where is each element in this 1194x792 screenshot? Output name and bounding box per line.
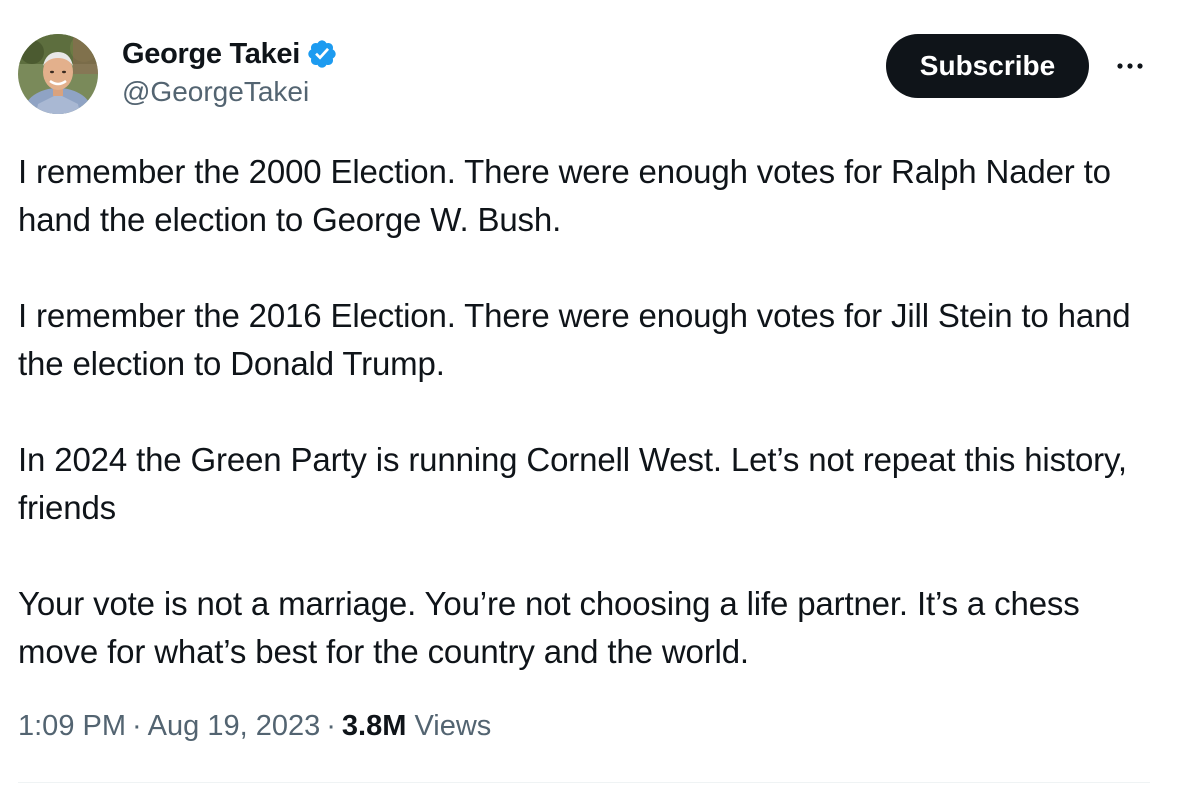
tweet-paragraph: In 2024 the Green Party is running Corne… [18,441,1127,526]
tweet-metadata: 1:09 PM · Aug 19, 2023 · 3.8M Views [18,710,491,743]
more-horizontal-icon[interactable] [1112,52,1148,80]
tweet-paragraph: I remember the 2016 Election. There were… [18,297,1131,382]
separator: · [326,710,336,742]
avatar-image [18,34,98,114]
divider [18,782,1150,783]
tweet-paragraph: I remember the 2000 Election. There were… [18,153,1111,238]
verified-badge-icon[interactable] [306,38,338,70]
tweet-time[interactable]: 1:09 PM [18,710,126,742]
avatar[interactable] [18,34,98,114]
author-handle[interactable]: @GeorgeTakei [122,76,338,108]
subscribe-button[interactable]: Subscribe [886,34,1089,98]
tweet-paragraph: Your vote is not a marriage. You’re not … [18,585,1080,670]
author-info: George Takei @GeorgeTakei [122,36,338,108]
tweet-card: George Takei @GeorgeTakei Subscribe I re… [0,0,1194,792]
views-count: 3.8M [341,710,407,742]
display-name[interactable]: George Takei [122,38,300,71]
name-row: George Takei [122,36,338,72]
tweet-date[interactable]: Aug 19, 2023 [148,710,321,742]
views-label: Views [414,710,492,742]
tweet-text: I remember the 2000 Election. There were… [18,148,1168,724]
separator: · [132,710,142,742]
